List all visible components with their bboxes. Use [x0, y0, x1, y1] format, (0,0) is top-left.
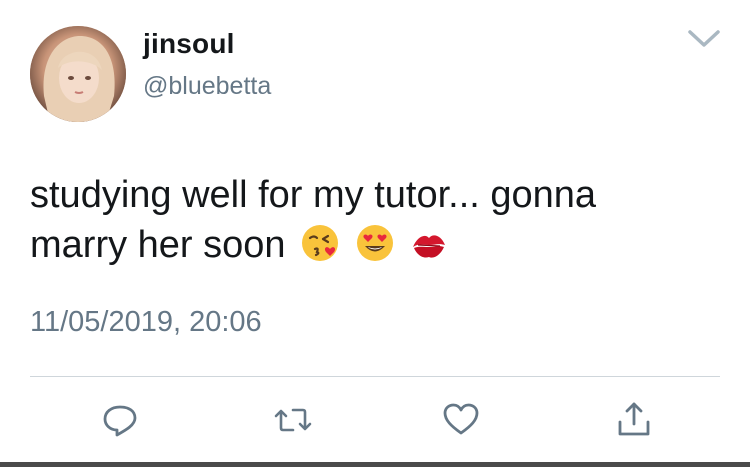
display-name[interactable]: jinsoul [143, 28, 235, 60]
tweet-timestamp: 11/05/2019, 20:06 [30, 306, 262, 338]
divider [30, 376, 720, 377]
tweet-card: jinsoul @bluebetta studying well for my … [0, 0, 750, 467]
tweet-text: studying well for my tutor... gonna marr… [30, 170, 720, 270]
user-handle[interactable]: @bluebetta [143, 72, 271, 101]
avatar-photo [30, 26, 126, 122]
bottom-border [0, 462, 750, 467]
share-button[interactable] [614, 400, 654, 440]
retweet-icon [274, 408, 312, 432]
chevron-down-icon[interactable] [686, 26, 722, 52]
heart-icon [443, 403, 479, 435]
kiss-mark-icon [409, 223, 449, 263]
face-blowing-a-kiss-icon [300, 223, 340, 263]
tweet-text-line1: studying well for my tutor... gonna [30, 174, 597, 216]
like-button[interactable] [441, 400, 481, 440]
share-icon [618, 402, 650, 436]
avatar[interactable] [30, 26, 126, 122]
smiling-face-with-heart-eyes-icon [355, 223, 395, 263]
tweet-text-line2: marry her soon [30, 224, 286, 266]
reply-button[interactable] [100, 400, 140, 440]
retweet-button[interactable] [273, 400, 313, 440]
reply-icon [103, 405, 137, 437]
